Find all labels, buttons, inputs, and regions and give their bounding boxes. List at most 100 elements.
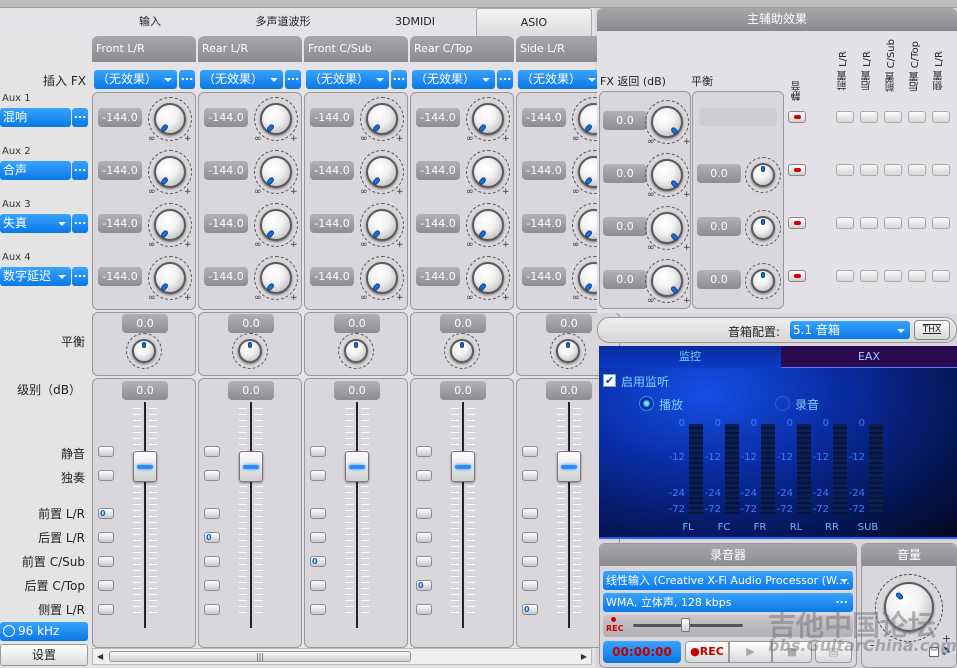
route-button[interactable] (310, 604, 326, 615)
level-fader-handle[interactable] (451, 451, 475, 482)
insert-fx-settings-button[interactable]: ... (391, 70, 407, 89)
solo-button[interactable] (98, 470, 114, 481)
balance-knob[interactable] (556, 339, 580, 363)
mute-button[interactable] (522, 446, 538, 457)
record-source-select[interactable]: 线性输入 (Creative X-Fi Audio Processor (W..… (603, 571, 853, 590)
record-radio[interactable] (775, 396, 790, 411)
mute-checkbox[interactable] (929, 647, 939, 657)
save-recording-button[interactable]: ▤ (815, 641, 852, 663)
scroll-thumb[interactable]: ||| (109, 651, 411, 662)
insert-fx-settings-button[interactable]: ... (497, 70, 513, 89)
route-button[interactable] (522, 532, 538, 543)
insert-fx-select[interactable]: （无效果） (518, 70, 601, 89)
balance-knob[interactable] (344, 339, 368, 363)
master-volume-knob[interactable] (884, 582, 934, 632)
route-button[interactable] (204, 580, 220, 591)
level-fader-track[interactable] (144, 402, 146, 628)
insert-fx-select[interactable]: （无效果） (200, 70, 283, 89)
aux4-effect-select[interactable]: 数字延迟 (0, 267, 71, 286)
aux4-settings-button[interactable]: ... (72, 267, 88, 286)
route-button[interactable] (416, 532, 432, 543)
level-fader-handle[interactable] (239, 451, 263, 482)
fx-return-knob[interactable] (651, 212, 683, 244)
route-button[interactable]: 0 (310, 556, 326, 567)
record-format-select[interactable]: WMA, 立体声, 128 kbps... (603, 593, 853, 612)
route-button[interactable]: 0 (204, 532, 220, 543)
master-route-button[interactable] (908, 164, 926, 176)
solo-button[interactable] (522, 470, 538, 481)
master-route-button[interactable] (884, 164, 902, 176)
master-route-button[interactable] (836, 164, 854, 176)
aux2-effect-select[interactable]: 合声 (0, 161, 71, 180)
enable-monitor-checkbox[interactable]: ✔ (603, 374, 616, 387)
fx-return-knob[interactable] (651, 106, 683, 138)
aux-send-knob[interactable] (154, 209, 186, 241)
tab-monitor[interactable]: 监控 (599, 346, 781, 368)
route-button[interactable] (98, 556, 114, 567)
tab-input[interactable]: 输入 (100, 8, 200, 36)
mute-button[interactable] (204, 446, 220, 457)
horizontal-scrollbar[interactable]: ◀ ||| ▶ (92, 648, 592, 665)
route-button[interactable] (416, 604, 432, 615)
route-button[interactable] (310, 532, 326, 543)
route-button[interactable] (522, 556, 538, 567)
master-route-button[interactable] (860, 270, 878, 282)
insert-fx-settings-button[interactable]: ... (179, 70, 195, 89)
level-fader-handle[interactable] (345, 451, 369, 482)
master-route-button[interactable] (836, 217, 854, 229)
route-button[interactable] (522, 508, 538, 519)
insert-fx-select[interactable]: （无效果） (306, 70, 389, 89)
master-balance-knob[interactable] (751, 163, 775, 187)
aux-send-knob[interactable] (472, 209, 504, 241)
route-button[interactable] (98, 532, 114, 543)
aux3-effect-select[interactable]: 失真 (0, 214, 71, 233)
insert-fx-select[interactable]: （无效果） (412, 70, 495, 89)
master-route-button[interactable] (908, 217, 926, 229)
route-button[interactable] (416, 508, 432, 519)
master-route-button[interactable] (932, 164, 950, 176)
tab-3dmidi[interactable]: 3DMIDI (360, 8, 470, 36)
master-mute-button[interactable] (788, 164, 806, 176)
tab-asio[interactable]: ASIO (476, 8, 592, 36)
master-route-button[interactable] (836, 111, 854, 123)
aux-send-knob[interactable] (366, 262, 398, 294)
master-route-button[interactable] (908, 270, 926, 282)
route-button[interactable] (416, 556, 432, 567)
aux-send-knob[interactable] (154, 262, 186, 294)
aux-send-knob[interactable] (154, 156, 186, 188)
aux1-settings-button[interactable]: ... (72, 108, 88, 127)
aux-send-knob[interactable] (154, 103, 186, 135)
master-mute-button[interactable] (788, 111, 806, 123)
aux-send-knob[interactable] (260, 209, 292, 241)
aux-send-knob[interactable] (472, 103, 504, 135)
level-fader-track[interactable] (568, 402, 570, 628)
fx-return-knob[interactable] (651, 265, 683, 297)
sample-rate-select[interactable]: 96 kHz (0, 622, 88, 641)
speaker-config-select[interactable]: 5.1 音箱 (790, 321, 910, 339)
master-route-button[interactable] (884, 217, 902, 229)
master-balance-knob[interactable] (751, 269, 775, 293)
master-route-button[interactable] (932, 270, 950, 282)
master-route-button[interactable] (908, 111, 926, 123)
insert-fx-settings-button[interactable]: ... (285, 70, 301, 89)
master-route-button[interactable] (860, 111, 878, 123)
aux-send-knob[interactable] (472, 262, 504, 294)
balance-knob[interactable] (450, 339, 474, 363)
solo-button[interactable] (204, 470, 220, 481)
record-button[interactable]: ●REC (685, 641, 729, 663)
level-fader-track[interactable] (250, 402, 252, 628)
mute-button[interactable] (310, 446, 326, 457)
thx-button[interactable]: THX (914, 320, 950, 340)
route-button[interactable] (310, 508, 326, 519)
mute-button[interactable] (416, 446, 432, 457)
aux3-settings-button[interactable]: ... (72, 214, 88, 233)
route-button[interactable] (98, 580, 114, 591)
balance-knob[interactable] (238, 339, 262, 363)
stop-button[interactable]: ■ (772, 641, 812, 663)
master-route-button[interactable] (884, 111, 902, 123)
aux-send-knob[interactable] (260, 156, 292, 188)
aux1-effect-select[interactable]: 混响 (0, 108, 71, 127)
master-route-button[interactable] (860, 217, 878, 229)
level-fader-track[interactable] (356, 402, 358, 628)
mute-button[interactable] (98, 446, 114, 457)
